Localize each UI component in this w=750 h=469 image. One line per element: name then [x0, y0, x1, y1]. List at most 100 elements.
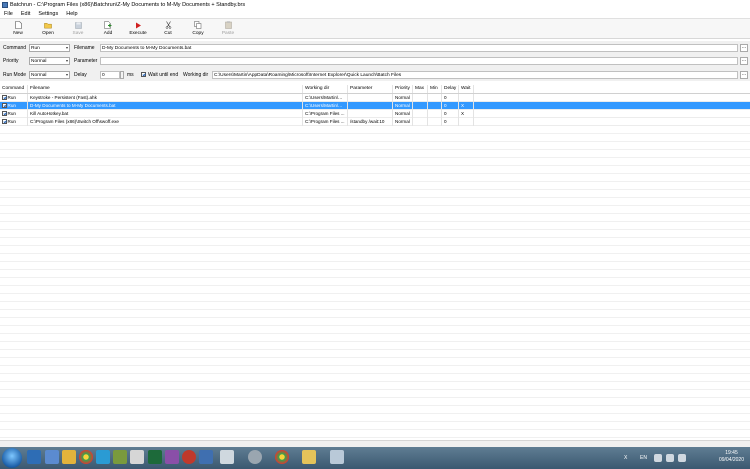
cell-max — [413, 94, 428, 102]
col-max[interactable]: Max — [413, 85, 428, 93]
row-enabled-checkbox[interactable] — [2, 95, 7, 100]
start-button[interactable] — [2, 448, 22, 468]
cell-filename: Keystroke - Persistent (Fast).ahk — [28, 94, 303, 102]
cell-min — [428, 94, 442, 102]
language-indicator[interactable]: EN — [640, 447, 647, 469]
row-command: Run — [7, 119, 16, 124]
workdir-input[interactable]: C:\Users\Martin\AppData\Roaming\Microsof… — [212, 71, 738, 79]
parameter-browse-button[interactable]: ... — [740, 57, 748, 65]
title-bar: Batchrun - C:\Program Files (x86)\Batchr… — [0, 0, 750, 10]
network-icon[interactable] — [666, 454, 674, 462]
app-icon-2[interactable] — [96, 450, 110, 464]
new-file-icon — [14, 21, 22, 29]
row-command: Run — [7, 95, 16, 100]
app-icon-7[interactable] — [182, 450, 196, 464]
priority-label: Priority — [3, 58, 19, 64]
row-enabled-checkbox[interactable] — [2, 119, 7, 124]
open-button[interactable]: Open — [33, 19, 63, 38]
tray-icon-1[interactable] — [654, 454, 662, 462]
empty-row — [0, 246, 750, 254]
col-parameter[interactable]: Parameter — [348, 85, 393, 93]
parameter-input[interactable] — [100, 57, 738, 65]
save-icon — [74, 21, 82, 29]
priority-select[interactable]: Normal — [29, 57, 70, 65]
menu-file[interactable]: File — [0, 11, 17, 17]
save-button[interactable]: Save — [63, 19, 93, 38]
settings-gear-icon[interactable] — [248, 450, 262, 464]
menu-settings[interactable]: Settings — [34, 11, 62, 17]
filename-browse-button[interactable]: ... — [740, 44, 748, 52]
app-icon-6[interactable] — [165, 450, 179, 464]
app-icon-3[interactable] — [113, 450, 127, 464]
cell-wait — [459, 94, 474, 102]
col-command[interactable]: Command — [0, 85, 28, 93]
dropdown-arrow-icon — [66, 60, 68, 62]
folder-icon[interactable] — [62, 450, 76, 464]
wait-until-end-checkbox[interactable] — [141, 72, 146, 77]
app-icon-4[interactable] — [130, 450, 144, 464]
col-workdir[interactable]: Working dir — [303, 85, 348, 93]
empty-row — [0, 286, 750, 294]
new-button[interactable]: New — [3, 19, 33, 38]
cell-parameter — [348, 110, 393, 118]
row-enabled-checkbox[interactable] — [2, 111, 7, 116]
cell-filename: D-My Documents to M-My Documents.bat — [28, 102, 303, 110]
filename-input[interactable]: D-My Documents to M-My Documents.bat — [100, 44, 738, 52]
delay-spinner[interactable] — [120, 71, 124, 79]
app-icon-8[interactable] — [199, 450, 213, 464]
cell-command: Run — [0, 118, 28, 126]
cut-icon — [164, 21, 172, 29]
app-icon-5[interactable] — [148, 450, 162, 464]
workdir-browse-button[interactable]: ... — [740, 71, 748, 79]
dropdown-arrow-icon — [66, 47, 68, 49]
empty-row — [0, 174, 750, 182]
explorer-icon[interactable] — [27, 450, 41, 464]
empty-row — [0, 382, 750, 390]
empty-row — [0, 334, 750, 342]
empty-row — [0, 142, 750, 150]
chrome-icon-2[interactable] — [275, 450, 289, 464]
empty-row — [0, 214, 750, 222]
open-folder-icon — [44, 21, 52, 29]
clock-date: 09/04/2020 — [718, 457, 744, 463]
row-enabled-checkbox[interactable] — [2, 103, 7, 108]
cut-button[interactable]: Cut — [153, 19, 183, 38]
runmode-select[interactable]: Normal — [29, 71, 70, 79]
cell-priority: Normal — [393, 110, 413, 118]
cell-min — [428, 110, 442, 118]
col-wait[interactable]: Wait — [459, 85, 474, 93]
col-min[interactable]: Min — [428, 85, 442, 93]
empty-row — [0, 310, 750, 318]
chrome-icon[interactable] — [79, 450, 93, 464]
table-row[interactable]: Run Kill AutoHotkey.bat C:\Program Files .… — [0, 110, 750, 118]
paste-button[interactable]: Paste — [213, 19, 243, 38]
table-row[interactable]: Run C:\Program Files (x86)\Switch Off\swo… — [0, 118, 750, 126]
empty-row — [0, 422, 750, 430]
magnifier-icon[interactable] — [220, 450, 234, 464]
table-row[interactable]: Run D-My Documents to M-My Documents.bat C… — [0, 102, 750, 110]
command-select[interactable]: Run — [29, 44, 70, 52]
clock[interactable]: 19:45 09/04/2020 — [719, 450, 744, 464]
batchrun-taskbar-icon[interactable] — [330, 450, 344, 464]
file-explorer-icon[interactable] — [302, 450, 316, 464]
cell-filename: C:\Program Files (x86)\Switch Off\swoff.… — [28, 118, 303, 126]
volume-icon[interactable] — [678, 454, 686, 462]
menu-bar: File Edit Settings Help — [0, 10, 750, 19]
table-row[interactable]: Run Keystroke - Persistent (Fast).ahk C:\U… — [0, 94, 750, 102]
tray-x[interactable]: X — [624, 447, 627, 469]
col-filename[interactable]: Filename — [28, 85, 303, 93]
empty-row — [0, 302, 750, 310]
add-button[interactable]: Add — [93, 19, 123, 38]
filename-label: Filename — [74, 45, 95, 51]
menu-help[interactable]: Help — [62, 11, 81, 17]
menu-edit[interactable]: Edit — [17, 11, 34, 17]
execute-button[interactable]: Execute — [123, 19, 153, 38]
cell-parameter: /standby /wait:10 — [348, 118, 393, 126]
col-delay[interactable]: Delay — [442, 85, 459, 93]
cell-priority: Normal — [393, 118, 413, 126]
desktop-icon[interactable] — [45, 450, 59, 464]
delay-input[interactable]: 0 — [100, 71, 120, 79]
copy-button[interactable]: Copy — [183, 19, 213, 38]
col-priority[interactable]: Priority — [393, 85, 413, 93]
empty-row — [0, 430, 750, 438]
